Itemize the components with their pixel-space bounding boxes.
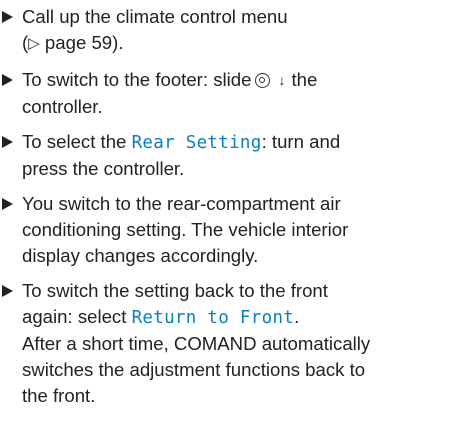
- step-text: You switch to the rear-compartment air: [22, 193, 341, 214]
- step-text: controller.: [22, 96, 103, 117]
- step-text: conditioning setting. The vehicle interi…: [22, 219, 349, 240]
- list-item: To select the Rear Setting: turn and pre…: [0, 129, 468, 182]
- step-text: press the controller.: [22, 158, 185, 179]
- step-text: Call up the climate control menu: [22, 6, 288, 27]
- page-ref-triangle-icon: ▷: [28, 35, 40, 52]
- bullet-triangle-icon: [2, 198, 13, 210]
- controller-icon: [255, 73, 271, 88]
- menu-item-return-to-front: Return to Front: [131, 308, 295, 328]
- bullet-triangle-icon: [2, 11, 13, 23]
- step-text: switches the adjustment functions back t…: [22, 359, 366, 380]
- step-text: display changes accordingly.: [22, 245, 259, 266]
- bullet-triangle-icon: [2, 285, 13, 297]
- list-item: To switch to the footer: slide ↓ the contr…: [0, 67, 468, 120]
- step-text: again: select Return to Front.: [22, 306, 300, 328]
- step-text: the front.: [22, 385, 96, 406]
- list-item: You switch to the rear-compartment air c…: [0, 191, 468, 269]
- slide-down-arrow-icon: ↓: [278, 72, 286, 88]
- instruction-list: Call up the climate control menu (▷ page…: [0, 0, 468, 432]
- list-item: To switch the setting back to the front …: [0, 278, 468, 409]
- list-item: Call up the climate control menu (▷ page…: [0, 4, 468, 58]
- bullet-triangle-icon: [2, 74, 13, 86]
- step-text: To switch to the footer: slide ↓ the: [22, 69, 318, 90]
- step-text: To select the Rear Setting: turn and: [22, 131, 341, 153]
- step-text: After a short time, COMAND automatically: [22, 333, 371, 354]
- bullet-triangle-icon: [2, 136, 13, 148]
- step-text: To switch the setting back to the front: [22, 280, 328, 301]
- menu-item-rear-setting: Rear Setting: [131, 133, 262, 153]
- page-reference[interactable]: (▷ page 59).: [22, 30, 468, 58]
